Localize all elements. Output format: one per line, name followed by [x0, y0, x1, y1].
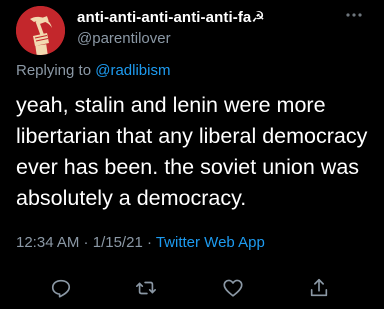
tweet-date[interactable]: 1/15/21 [93, 234, 143, 251]
avatar[interactable] [16, 6, 65, 55]
share-button[interactable] [301, 270, 337, 306]
reply-prefix: Replying to [16, 62, 92, 79]
reply-context: Replying to @radlibism [16, 62, 170, 79]
retweet-button[interactable] [128, 270, 164, 306]
action-bar [0, 270, 384, 306]
tweet-source-link[interactable]: Twitter Web App [156, 234, 265, 251]
reply-mention-link[interactable]: @radlibism [95, 62, 170, 79]
meta-separator: · [79, 234, 93, 251]
heart-icon [223, 279, 243, 297]
tweet-metadata: 12:34 AM · 1/15/21 · Twitter Web App [16, 234, 265, 251]
share-icon [310, 278, 328, 297]
meta-separator: · [142, 234, 156, 251]
retweet-icon [136, 281, 156, 295]
tweet-time[interactable]: 12:34 AM [16, 234, 79, 251]
hammer-and-sickle-fist-icon [16, 6, 65, 55]
like-button[interactable] [215, 270, 251, 306]
comment-icon [51, 279, 71, 298]
reply-button[interactable] [43, 270, 79, 306]
more-options-icon[interactable] [342, 8, 366, 22]
tweet-text: yeah, stalin and lenin were more liberta… [16, 93, 368, 210]
display-name[interactable]: anti-anti-anti-anti-anti-fa☭ [77, 8, 265, 26]
user-handle[interactable]: @parentilover [77, 30, 171, 47]
